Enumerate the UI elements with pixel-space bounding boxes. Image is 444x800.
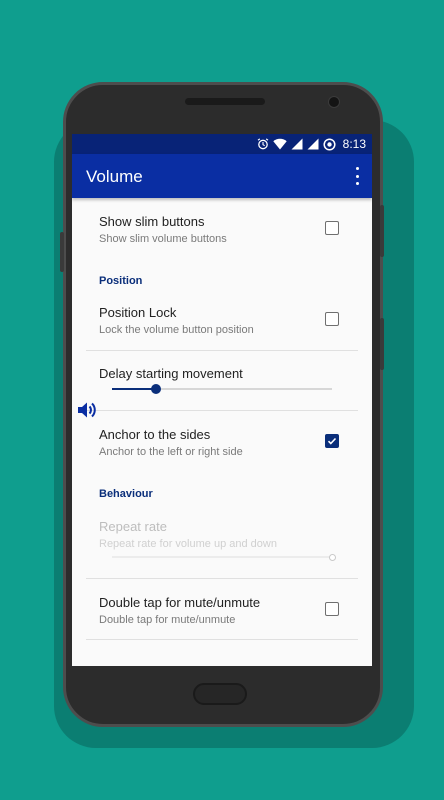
overflow-menu-icon[interactable] [352,167,362,185]
pref-summary: Anchor to the left or right side [99,446,243,458]
app-screen: 8:13 Volume Show slim buttons Show slim … [72,134,372,666]
pref-title: Show slim buttons [99,214,205,229]
checkbox-position-lock[interactable] [325,312,339,326]
divider [86,410,358,411]
phone-side-button-right-top [380,205,384,257]
pref-show-slim-buttons[interactable]: Show slim buttons Show slim volume butto… [99,214,359,245]
phone-side-button-left [60,232,64,272]
checkbox-anchor-to-sides[interactable] [325,434,339,448]
phone-side-button-right-bottom [380,318,384,370]
pref-summary: Lock the volume button position [99,324,254,336]
divider [86,350,358,351]
category-behaviour: Behaviour [99,488,153,500]
signal-icon [307,138,319,150]
pref-title: Double tap for mute/unmute [99,595,261,610]
pref-title: Anchor to the sides [99,427,211,442]
pref-repeat-rate: Repeat rate Repeat rate for volume up an… [99,519,359,550]
checkbox-double-tap-mute[interactable] [325,602,339,616]
divider [86,578,358,579]
pref-summary: Show slim volume buttons [99,233,227,245]
app-bar: Volume [72,154,372,198]
category-position: Position [99,275,143,287]
slider-thumb[interactable] [151,384,161,394]
slider-fill [112,556,332,558]
pref-summary: Double tap for mute/unmute [99,614,236,626]
divider [86,639,358,640]
pref-title: Delay starting movement [99,366,243,381]
pref-anchor-to-sides[interactable]: Anchor to the sides Anchor to the left o… [99,427,359,458]
phone-camera [328,96,340,108]
pref-double-tap-mute[interactable]: Double tap for mute/unmute Double tap fo… [99,595,359,626]
slider-repeat-rate [112,550,336,564]
slider-thumb [329,554,336,561]
app-title: Volume [86,167,143,186]
pref-position-lock[interactable]: Position Lock Lock the volume button pos… [99,305,359,336]
pref-title: Position Lock [99,305,177,320]
phone-speaker [185,98,265,105]
pref-title: Repeat rate [99,519,167,534]
pref-delay-starting-movement: Delay starting movement [99,366,359,381]
status-time: 8:13 [342,137,366,151]
slider-fill [112,388,156,390]
volume-speaker-icon[interactable] [76,399,98,421]
wifi-icon [272,138,287,150]
slider-delay-starting-movement[interactable] [112,382,332,396]
signal-icon [291,138,303,150]
alarm-icon [257,138,268,150]
status-bar: 8:13 [72,134,372,154]
home-button[interactable] [193,683,247,705]
checkbox-show-slim-buttons[interactable] [325,221,339,235]
pref-summary: Repeat rate for volume up and down [99,538,277,550]
sync-icon [323,137,336,151]
